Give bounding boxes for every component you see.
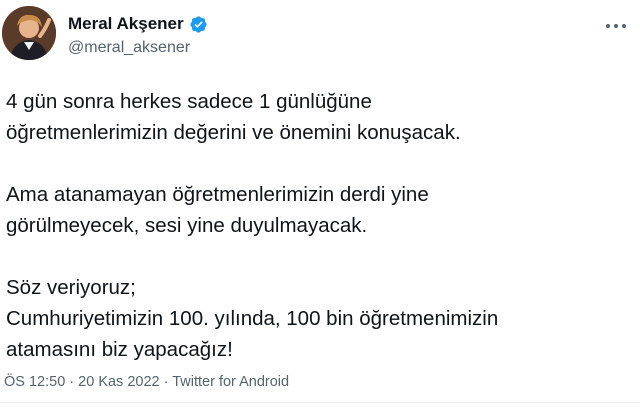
tweet-line: görülmeyecek, sesi yine duyulmayacak. [6, 214, 368, 237]
tweet-paragraph: Söz veriyoruz; Cumhuriyetimizin 100. yıl… [6, 272, 631, 365]
tweet-text: 4 gün sonra herkes sadece 1 günlüğüne öğ… [6, 86, 631, 365]
profile-photo-icon [2, 6, 56, 60]
tweet-date[interactable]: 20 Kas 2022 [78, 374, 159, 390]
tweet-source[interactable]: Twitter for Android [172, 374, 289, 390]
tweet-line: Söz veriyoruz; [6, 276, 136, 299]
avatar[interactable] [2, 6, 56, 60]
tweet-paragraph: Ama atanamayan öğretmenlerimizin derdi y… [6, 179, 631, 241]
tweet-line: atamasını biz yapacağız! [6, 338, 233, 361]
tweet-meta: ÖS 12:50 · 20 Kas 2022 · Twitter for And… [4, 374, 289, 390]
author-handle[interactable]: @meral_aksener [68, 39, 190, 57]
verified-badge-icon [189, 15, 207, 33]
author-name-row: Meral Akşener [68, 14, 208, 34]
tweet-line: Ama atanamayan öğretmenlerimizin derdi y… [6, 183, 429, 206]
tweet-line: 4 gün sonra herkes sadece 1 günlüğüne [6, 90, 372, 113]
tweet-line: öğretmenlerimizin değerini ve önemini ko… [6, 121, 461, 144]
meta-separator: · [159, 374, 173, 390]
divider [0, 402, 640, 403]
tweet-paragraph: 4 gün sonra herkes sadece 1 günlüğüne öğ… [6, 86, 631, 148]
tweet-time[interactable]: ÖS 12:50 [4, 374, 65, 390]
meta-separator: · [65, 374, 79, 390]
tweet-line: Cumhuriyetimizin 100. yılında, 100 bin ö… [6, 307, 499, 330]
author-display-name[interactable]: Meral Akşener [68, 14, 184, 34]
more-horizontal-icon[interactable] [606, 22, 626, 30]
tweet-card: Meral Akşener @meral_aksener 4 gün sonra… [0, 0, 640, 410]
